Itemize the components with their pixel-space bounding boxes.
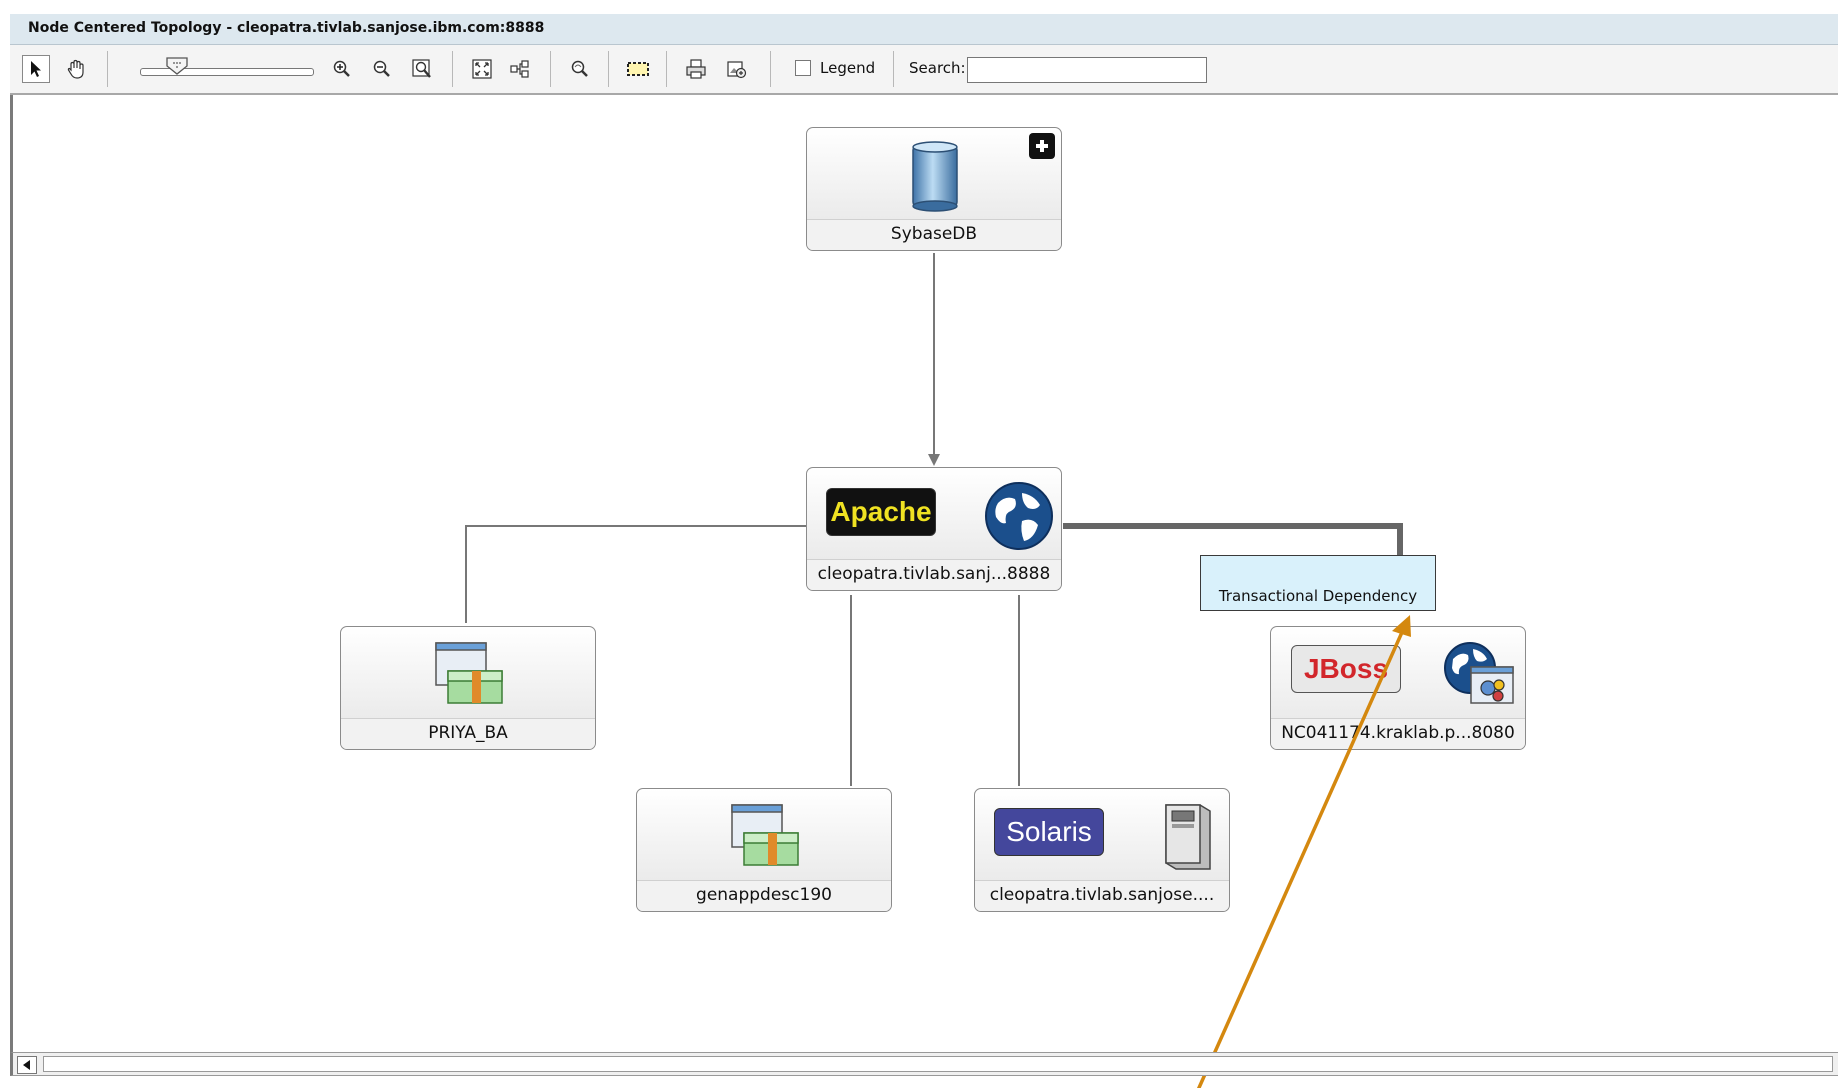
- horizontal-scrollbar[interactable]: [10, 1052, 1838, 1076]
- triangle-left-icon: [23, 1060, 30, 1070]
- scroll-left-button[interactable]: [17, 1056, 37, 1074]
- scroll-track[interactable]: [43, 1056, 1833, 1072]
- annotation-arrow: [1196, 615, 1411, 1088]
